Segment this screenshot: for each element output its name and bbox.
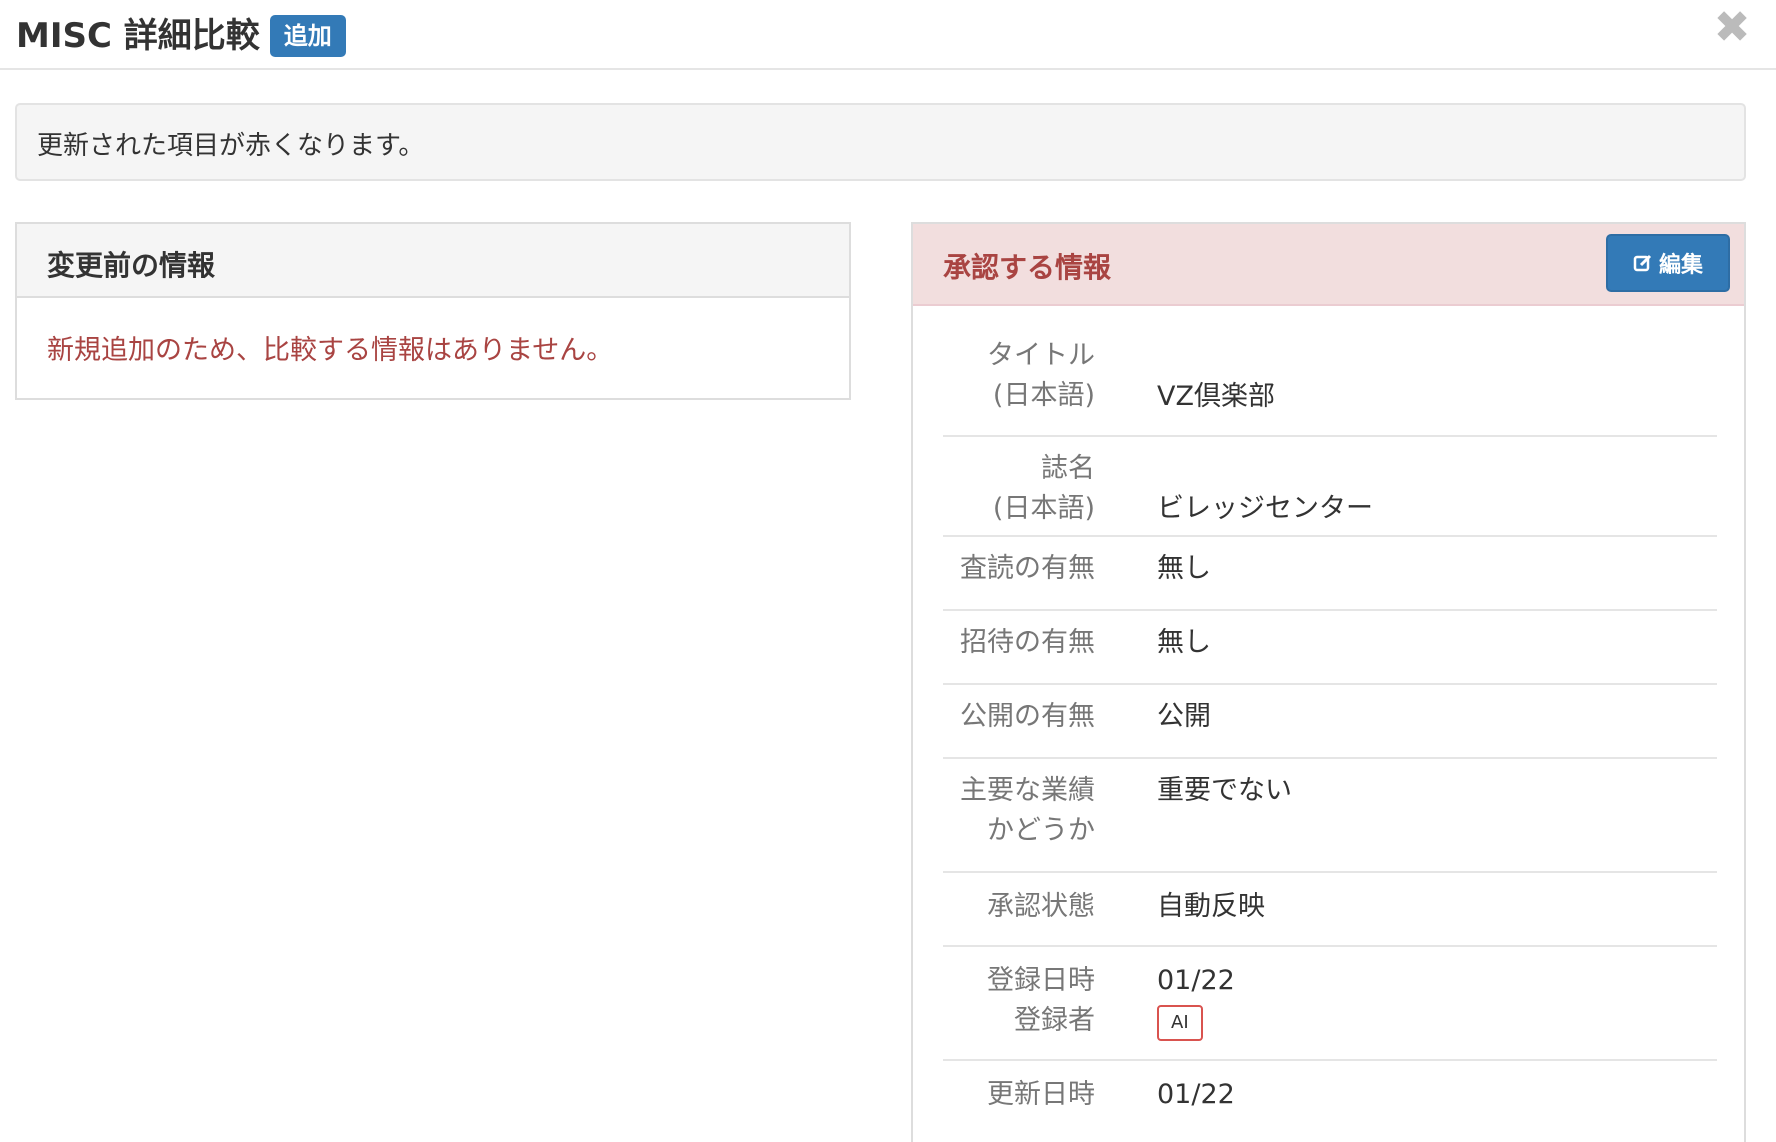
row-label: 査読の有無 (960, 553, 1095, 584)
row-label: 更新日時 (987, 1079, 1095, 1110)
row-value: 01/22 (1157, 1075, 1235, 1135)
row-value: 01/22 AI (1157, 961, 1235, 1059)
row-value: 重要でない (1157, 771, 1292, 871)
row-value-text: 自動反映 (1157, 891, 1265, 922)
row-label: 承認状態 (987, 891, 1095, 922)
row-value-text: 重要でない (1157, 775, 1292, 806)
detail-row: タイトル (日本語) VZ倶楽部 (943, 324, 1717, 437)
approve-panel-heading: 承認する情報 編集 (913, 224, 1744, 306)
edit-button[interactable]: 編集 (1606, 234, 1730, 292)
row-value-text: 01/22 (1157, 1079, 1235, 1110)
row-label: 公開の有無 (960, 701, 1095, 732)
detail-row: 更新日時 01/22 (943, 1061, 1717, 1135)
edit-button-label: 編集 (1658, 253, 1703, 278)
row-value: VZ倶楽部 (1157, 336, 1275, 435)
modal-title: MISC 詳細比較 追加 (16, 14, 346, 58)
notice-well: 更新された項目が赤くなります。 (15, 103, 1746, 181)
before-panel: 変更前の情報 新規追加のため、比較する情報はありません。 (15, 222, 851, 400)
row-value: 無し (1157, 623, 1211, 683)
approve-panel-title: 承認する情報 (943, 251, 1112, 284)
row-label: 主要な業績 かどうか (960, 775, 1095, 846)
row-label: 招待の有無 (960, 627, 1095, 658)
row-value-text: 01/22 (1157, 965, 1235, 996)
detail-row: 承認状態 自動反映 (943, 873, 1717, 947)
before-panel-heading: 変更前の情報 (17, 224, 849, 298)
detail-row: 公開の有無 公開 (943, 685, 1717, 759)
row-value: 公開 (1157, 697, 1211, 757)
approve-panel: 承認する情報 編集 タイトル (日本語) VZ倶楽部 誌名 (日本語) ビレッジ… (911, 222, 1746, 1142)
modal-header: MISC 詳細比較 追加 ✖ (0, 0, 1776, 70)
before-panel-message: 新規追加のため、比較する情報はありません。 (47, 335, 614, 366)
row-value-text: 公開 (1157, 701, 1211, 732)
row-value: 無し (1157, 549, 1211, 609)
row-label: 誌名 (日本語) (992, 453, 1095, 524)
row-value: 自動反映 (1157, 887, 1265, 945)
detail-row: 主要な業績 かどうか 重要でない (943, 759, 1717, 873)
detail-table: タイトル (日本語) VZ倶楽部 誌名 (日本語) ビレッジセンター 査読の有無… (943, 324, 1717, 1135)
detail-row: 招待の有無 無し (943, 611, 1717, 685)
row-value: ビレッジセンター (1157, 449, 1373, 535)
detail-row: 誌名 (日本語) ビレッジセンター (943, 437, 1717, 537)
row-value-text: VZ倶楽部 (1157, 381, 1275, 412)
notice-text: 更新された項目が赤くなります。 (37, 131, 425, 161)
user-badge[interactable]: AI (1157, 1005, 1203, 1041)
row-label: 登録日時 登録者 (987, 965, 1095, 1036)
detail-row: 査読の有無 無し (943, 537, 1717, 611)
row-value-text: 無し (1157, 553, 1211, 584)
edit-icon (1633, 254, 1652, 272)
row-value-text: 無し (1157, 627, 1211, 658)
row-value-text: ビレッジセンター (1157, 493, 1373, 524)
close-icon[interactable]: ✖ (1708, 4, 1756, 52)
modal-title-text: MISC 詳細比較 (16, 16, 260, 56)
status-badge: 追加 (269, 15, 346, 57)
row-label: タイトル (日本語) (987, 340, 1095, 411)
detail-row: 登録日時 登録者 01/22 AI (943, 947, 1717, 1061)
